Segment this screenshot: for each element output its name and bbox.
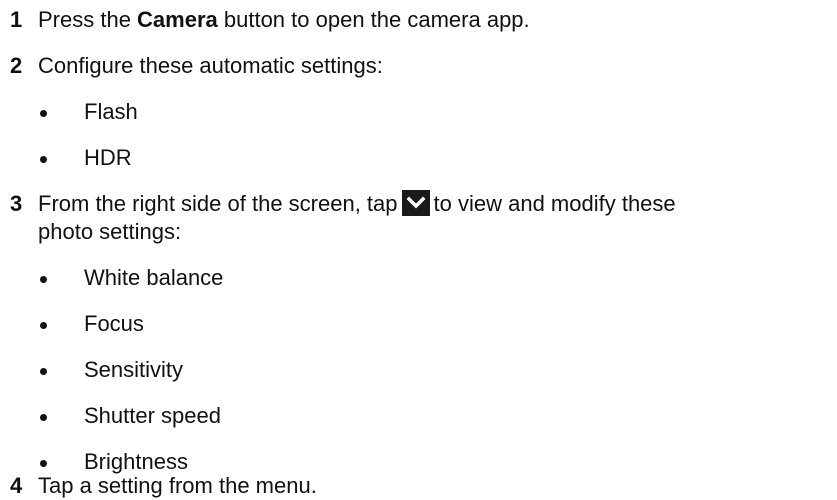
instructions-document: 1 Press the Camera button to open the ca… xyxy=(0,0,837,493)
bullet-icon xyxy=(40,460,47,467)
list-item-text: HDR xyxy=(84,145,132,170)
step-text: Tap a setting from the menu. xyxy=(38,473,317,498)
bullet-icon xyxy=(40,156,47,163)
list-item-text: Sensitivity xyxy=(84,357,184,382)
step-number: 4 xyxy=(10,473,23,498)
step-text-pre: From the right side of the screen, tap xyxy=(38,191,398,216)
bullet-icon xyxy=(40,414,47,421)
step-number: 1 xyxy=(10,7,23,32)
step-text: Press the Camera button to open the came… xyxy=(38,6,530,34)
step-text-pre: Press the xyxy=(38,7,138,32)
bullet-icon xyxy=(40,368,47,375)
step-text-post: button to open the camera app. xyxy=(217,7,530,32)
list-item-text: White balance xyxy=(84,265,224,290)
bullet-icon xyxy=(40,110,47,117)
chevron-down-icon xyxy=(401,190,430,216)
list-item-text: Shutter speed xyxy=(84,403,221,428)
step-text: From the right side of the screen, tap to… xyxy=(38,190,676,218)
step-text-line2: photo settings: xyxy=(38,219,182,244)
bullet-icon xyxy=(40,322,47,329)
step-number: 2 xyxy=(10,53,23,78)
list-item-text: Flash xyxy=(84,99,138,124)
step-text: Configure these automatic settings: xyxy=(38,53,383,78)
step-text-post: to view and modify these xyxy=(433,191,676,216)
list-item-text: Focus xyxy=(84,311,144,336)
step-number: 3 xyxy=(10,191,23,216)
bullet-icon xyxy=(40,276,47,283)
camera-button-label: Camera xyxy=(137,7,218,32)
